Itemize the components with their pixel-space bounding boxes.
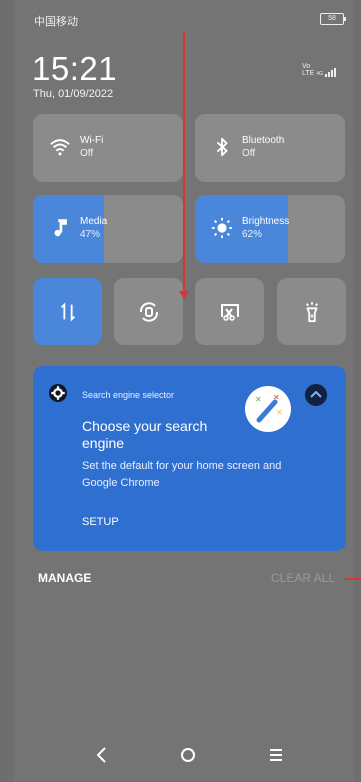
media-label: Media bbox=[80, 216, 108, 227]
screenshot-toggle[interactable] bbox=[195, 278, 264, 345]
swipe-arrow-icon bbox=[179, 291, 189, 299]
svg-text:✕: ✕ bbox=[273, 393, 280, 402]
bluetooth-icon bbox=[216, 137, 228, 157]
screenshot-scissors-icon bbox=[220, 303, 239, 321]
bluetooth-label: Bluetooth bbox=[242, 135, 285, 146]
flashlight-icon bbox=[305, 301, 318, 322]
media-value: 47% bbox=[80, 229, 101, 240]
clear-all-button[interactable]: CLEAR ALL bbox=[271, 571, 335, 585]
data-transfer-icon bbox=[60, 301, 75, 322]
clock-date: Thu, 01/09/2022 bbox=[33, 88, 114, 100]
wifi-status: Off bbox=[80, 148, 94, 159]
brightness-slider[interactable]: Brightness 62% bbox=[195, 195, 345, 263]
bluetooth-tile[interactable]: Bluetooth Off bbox=[195, 114, 345, 182]
magic-wand-icon: ✕ ✕ ✕ bbox=[245, 386, 291, 432]
lte-label: LTE bbox=[302, 70, 315, 77]
rotate-icon bbox=[139, 301, 158, 322]
clock-time: 15:21 bbox=[32, 50, 118, 87]
back-icon[interactable] bbox=[94, 746, 110, 764]
setup-button[interactable]: SETUP bbox=[82, 516, 119, 528]
gear-icon bbox=[49, 384, 67, 402]
svg-text:✕: ✕ bbox=[276, 408, 283, 417]
signal-bars-icon bbox=[325, 68, 336, 77]
notification-app-name: Search engine selector bbox=[82, 390, 175, 400]
battery-icon: 58 bbox=[320, 13, 346, 25]
signal-indicator: Vo LTE 4G bbox=[302, 63, 336, 77]
swipe-annotation-line bbox=[183, 32, 185, 294]
brightness-value: 62% bbox=[242, 229, 263, 240]
flashlight-toggle[interactable] bbox=[277, 278, 346, 345]
mobile-data-toggle[interactable] bbox=[33, 278, 102, 345]
svg-text:✕: ✕ bbox=[255, 395, 262, 404]
sun-icon bbox=[211, 217, 233, 239]
media-volume-slider[interactable]: Media 47% bbox=[33, 195, 183, 263]
search-engine-notification[interactable]: Search engine selector ✕ ✕ ✕ Choose your… bbox=[33, 366, 346, 551]
bluetooth-status: Off bbox=[242, 148, 256, 159]
wifi-tile[interactable]: Wi-Fi Off bbox=[33, 114, 183, 182]
wifi-label: Wi-Fi bbox=[80, 135, 104, 146]
volte-label: Vo bbox=[302, 63, 311, 70]
chevron-up-icon[interactable] bbox=[305, 384, 327, 406]
auto-rotate-toggle[interactable] bbox=[114, 278, 183, 345]
menu-icon[interactable] bbox=[268, 746, 284, 764]
manage-button[interactable]: MANAGE bbox=[38, 571, 91, 585]
carrier-name: 中国移动 bbox=[34, 16, 78, 28]
band-label: 4G bbox=[316, 71, 323, 77]
home-icon[interactable] bbox=[180, 746, 196, 764]
brightness-label: Brightness bbox=[242, 216, 290, 227]
notification-description: Set the default for your home screen and… bbox=[82, 460, 282, 489]
notification-title: Choose your search engine bbox=[82, 418, 208, 451]
clear-all-annotation-line bbox=[345, 578, 361, 580]
wifi-icon bbox=[50, 139, 70, 156]
music-note-icon bbox=[54, 219, 67, 237]
